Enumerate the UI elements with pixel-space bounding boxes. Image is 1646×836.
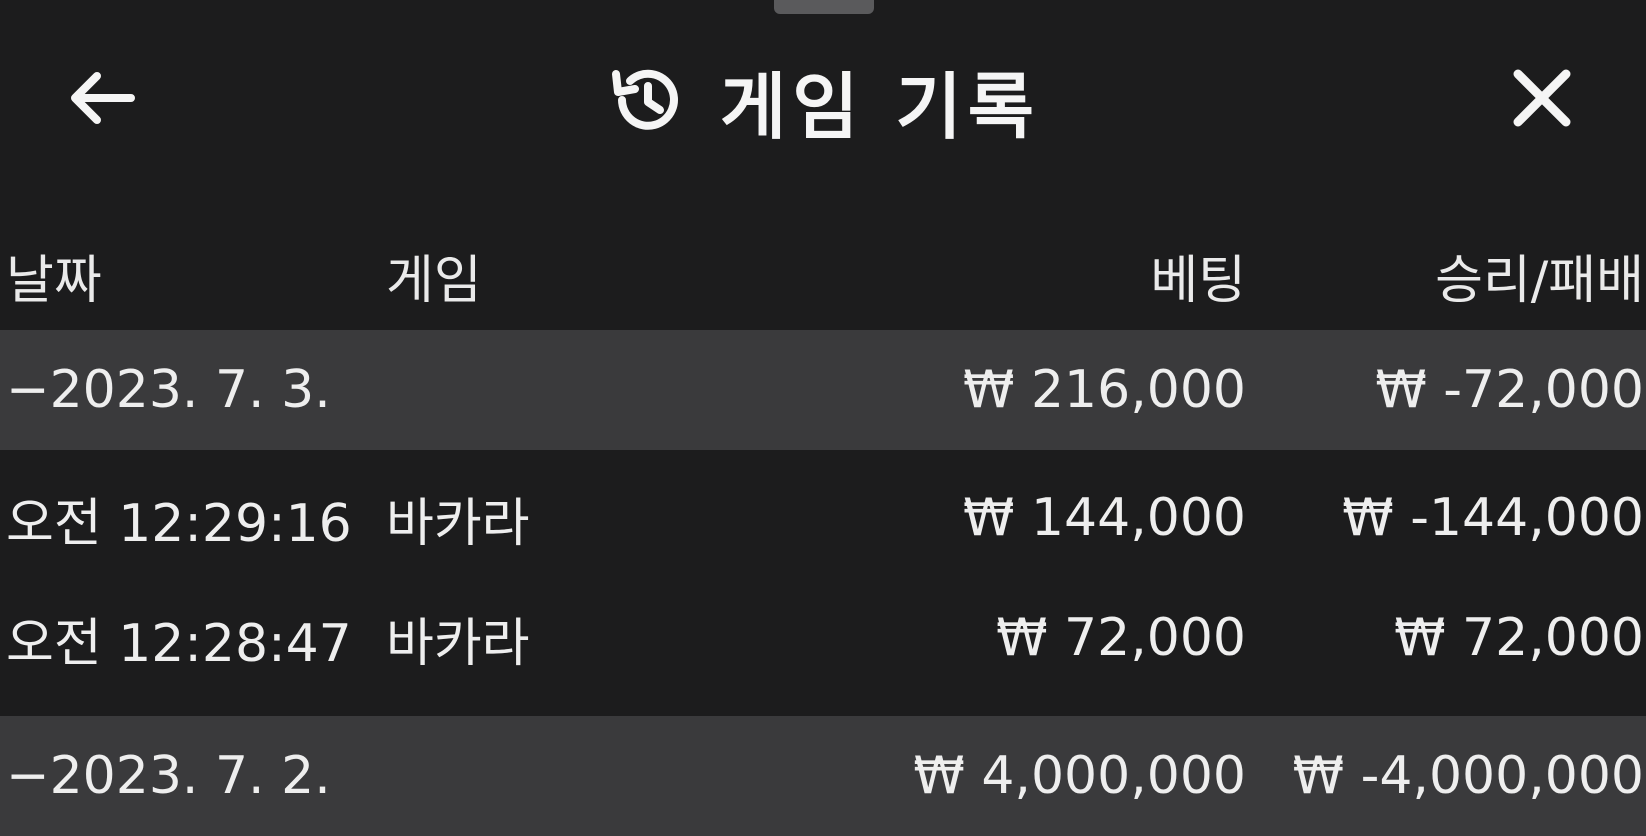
- close-button[interactable]: [1502, 58, 1582, 138]
- entry-bet: ₩ 72,000: [996, 608, 1246, 668]
- entry-result: ₩ -144,000: [1342, 488, 1644, 548]
- entry-time: 오전 12:28:47: [6, 613, 352, 674]
- entry-game: 바카라: [386, 613, 530, 674]
- column-header-game: 게임: [386, 250, 482, 311]
- group-date: −2023. 7. 3.: [6, 360, 331, 420]
- drag-handle[interactable]: [774, 0, 874, 14]
- table-row[interactable]: 오전 12:28:47 바카라 ₩ 72,000 ₩ 72,000: [0, 578, 1646, 698]
- title-group: 게임 기록: [0, 50, 1646, 150]
- header: 게임 기록: [0, 30, 1646, 160]
- history-table: 날짜 게임 베팅 승리/패배 −2023. 7. 3. ₩ 216,000 ₩ …: [0, 220, 1646, 836]
- column-header-date: 날짜: [6, 250, 102, 311]
- group-result-total: ₩ -72,000: [1375, 360, 1644, 420]
- entry-time: 오전 12:29:16: [6, 493, 352, 554]
- group-bet-total: ₩ 4,000,000: [913, 746, 1246, 806]
- date-group-row[interactable]: −2023. 7. 2. ₩ 4,000,000 ₩ -4,000,000: [0, 716, 1646, 836]
- entry-result: ₩ 72,000: [1394, 608, 1644, 668]
- entry-game: 바카라: [386, 493, 530, 554]
- date-group-row[interactable]: −2023. 7. 3. ₩ 216,000 ₩ -72,000: [0, 330, 1646, 450]
- group-date: −2023. 7. 2.: [6, 746, 331, 806]
- page-title: 게임 기록: [719, 64, 1041, 149]
- column-header-bet: 베팅: [1150, 250, 1246, 311]
- group-result-total: ₩ -4,000,000: [1292, 746, 1644, 806]
- close-icon: [1513, 69, 1571, 127]
- column-header-result: 승리/패배: [1435, 250, 1644, 311]
- table-row[interactable]: 오전 12:29:16 바카라 ₩ 144,000 ₩ -144,000: [0, 458, 1646, 578]
- group-bet-total: ₩ 216,000: [963, 360, 1246, 420]
- game-history-screen: 게임 기록 날짜 게임 베팅 승리/패배 −2023. 7. 3. ₩ 216,…: [0, 0, 1646, 836]
- history-icon: [606, 60, 686, 140]
- entry-bet: ₩ 144,000: [963, 488, 1246, 548]
- table-header-row: 날짜 게임 베팅 승리/패배: [0, 220, 1646, 330]
